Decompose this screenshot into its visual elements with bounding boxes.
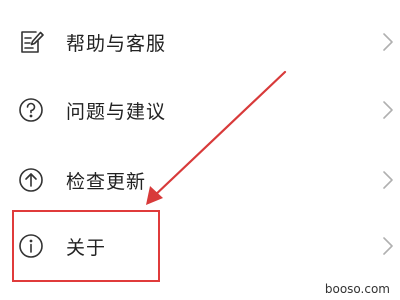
menu-item-label: 问题与建议 <box>66 100 167 123</box>
menu-item-feedback[interactable]: 问题与建议 <box>0 82 400 138</box>
menu-item-help-support[interactable]: 帮助与客服 <box>0 14 400 70</box>
watermark-text: booso.com <box>324 282 390 296</box>
question-circle-icon <box>16 95 46 125</box>
chevron-right-icon <box>380 27 396 57</box>
chevron-right-icon <box>380 231 396 261</box>
menu-item-label: 关于 <box>66 236 107 259</box>
chevron-right-icon <box>380 95 396 125</box>
settings-menu-list: 帮助与客服 问题与建议 检查更新 关于 <box>0 0 400 300</box>
menu-item-check-update[interactable]: 检查更新 <box>0 152 400 208</box>
menu-item-label: 检查更新 <box>66 170 147 193</box>
arrow-up-circle-icon <box>16 165 46 195</box>
chevron-right-icon <box>380 165 396 195</box>
menu-item-label: 帮助与客服 <box>66 32 167 55</box>
edit-document-icon <box>16 27 46 57</box>
settings-page: 帮助与客服 问题与建议 检查更新 关于 booso.com <box>0 0 400 300</box>
info-circle-icon <box>16 231 46 261</box>
menu-item-about[interactable]: 关于 <box>0 218 400 274</box>
